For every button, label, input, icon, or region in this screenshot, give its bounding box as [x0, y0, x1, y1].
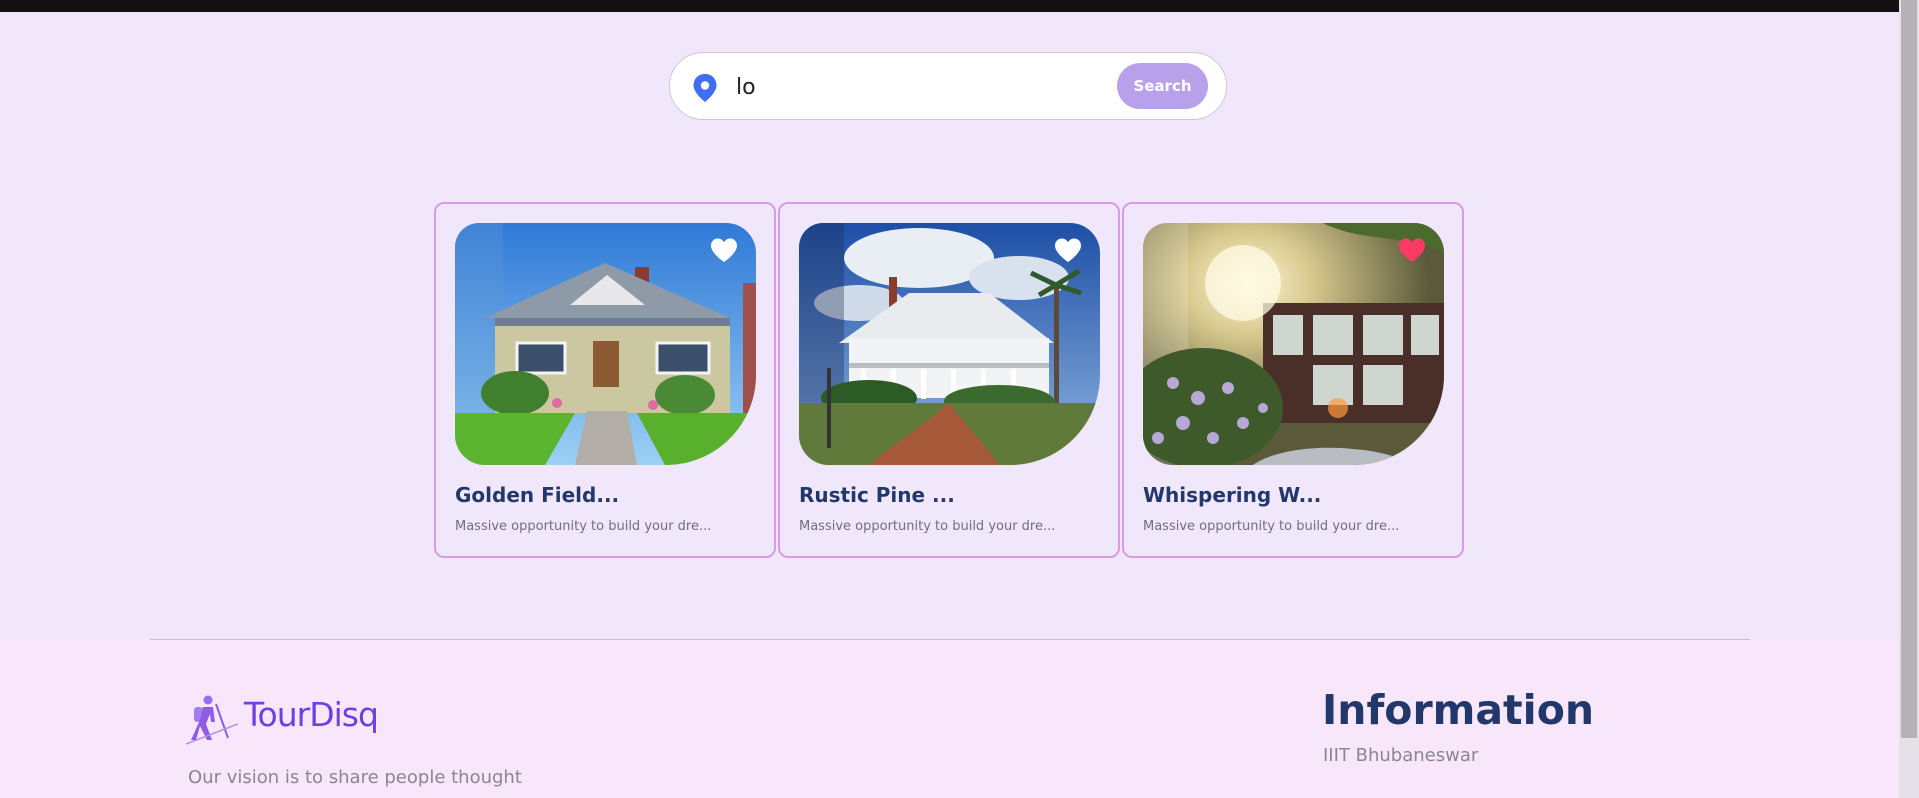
- footer-divider: [150, 639, 1750, 640]
- vision-statement: Our vision is to share people thought: [188, 767, 522, 788]
- property-description: Massive opportunity to build your dre...: [799, 519, 1056, 534]
- search-input[interactable]: [736, 69, 1096, 105]
- brand-name[interactable]: TourDisq: [244, 695, 379, 734]
- hiker-logo-icon: [186, 695, 238, 745]
- heart-icon[interactable]: [1398, 237, 1426, 263]
- search-button[interactable]: Search: [1117, 63, 1208, 109]
- property-card[interactable]: Whispering W... Massive opportunity to b…: [1122, 202, 1464, 558]
- scrollbar-thumb[interactable]: [1901, 0, 1917, 738]
- property-title[interactable]: Golden Field...: [455, 483, 755, 507]
- property-card[interactable]: Rustic Pine ... Massive opportunity to b…: [778, 202, 1120, 558]
- site-footer: TourDisq Our vision is to share people t…: [0, 639, 1899, 798]
- browser-top-bar: [0, 0, 1899, 12]
- property-image[interactable]: [1143, 223, 1444, 465]
- heart-icon[interactable]: [710, 237, 738, 263]
- information-heading: Information: [1322, 686, 1595, 734]
- property-title[interactable]: Whispering W...: [1143, 483, 1443, 507]
- property-card[interactable]: Golden Field... Massive opportunity to b…: [434, 202, 776, 558]
- property-title[interactable]: Rustic Pine ...: [799, 483, 1099, 507]
- page-scrollbar[interactable]: [1899, 0, 1919, 798]
- property-image[interactable]: [455, 223, 756, 465]
- address-text: IIIT Bhubaneswar: [1323, 745, 1479, 766]
- property-description: Massive opportunity to build your dre...: [455, 519, 712, 534]
- property-image[interactable]: [799, 223, 1100, 465]
- property-description: Massive opportunity to build your dre...: [1143, 519, 1400, 534]
- heart-icon[interactable]: [1054, 237, 1082, 263]
- location-search-bar: Search: [669, 52, 1227, 120]
- location-pin-icon: [693, 74, 717, 102]
